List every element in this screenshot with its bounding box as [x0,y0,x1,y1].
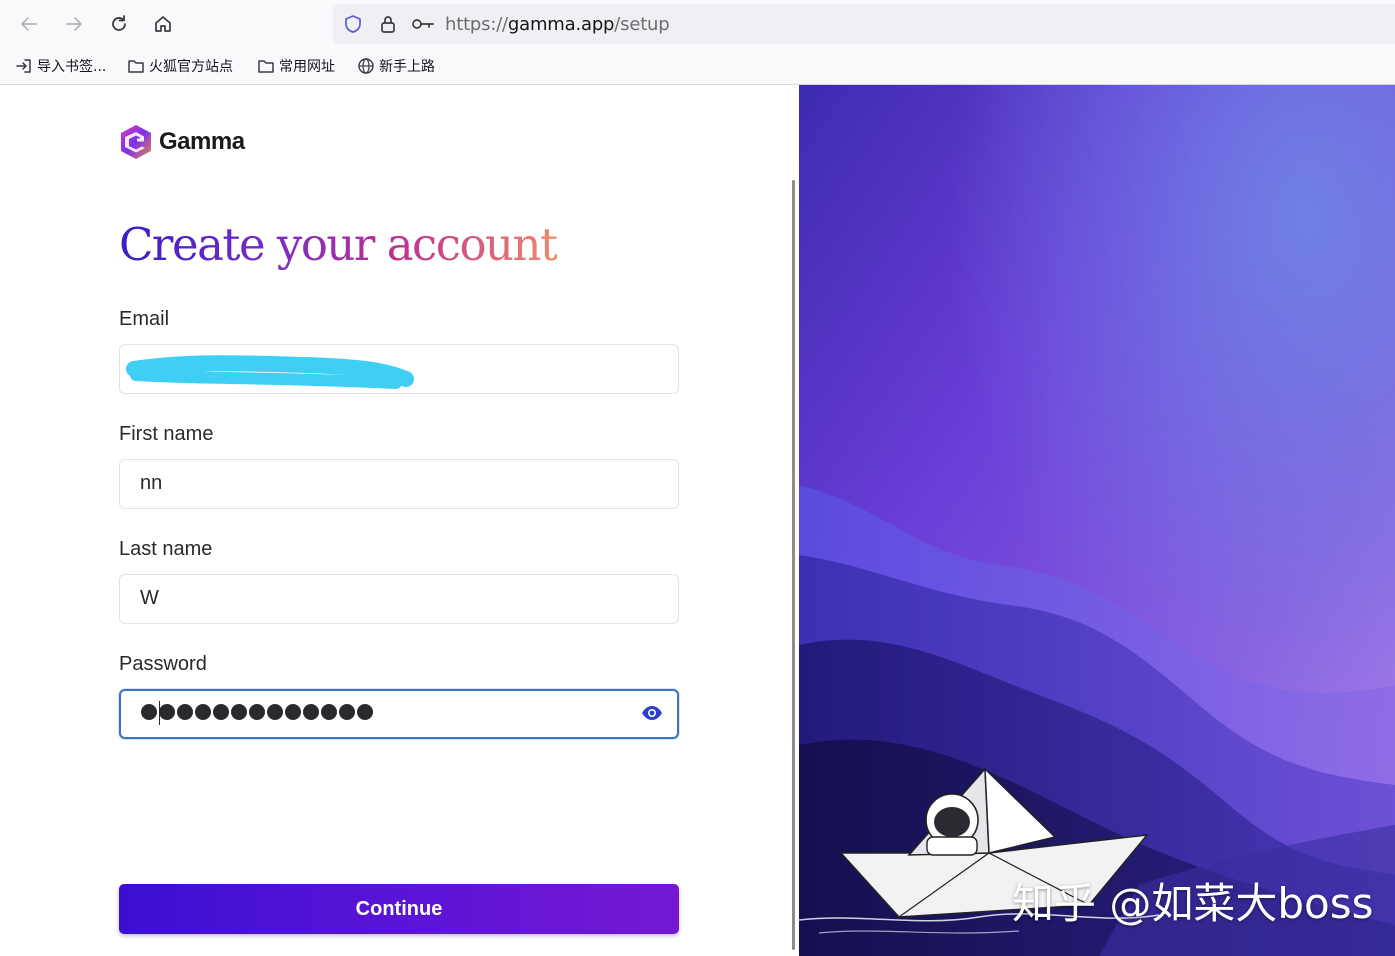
password-mask-dot [159,704,175,720]
tracking-shield-icon[interactable] [343,14,363,34]
password-mask-dot [267,704,283,720]
astronaut-icon [925,793,979,856]
password-mask-dot [231,704,247,720]
password-field[interactable] [119,689,679,739]
scrollbar[interactable] [792,180,795,950]
last-name-label: Last name [119,538,213,560]
text-caret [159,701,160,725]
show-password-eye-icon[interactable] [641,705,663,721]
password-mask-dot [357,704,373,720]
email-field[interactable] [119,344,679,394]
key-icon[interactable] [411,14,435,34]
folder-icon [128,60,144,73]
bookmark-import[interactable]: 导入书签... [15,56,106,76]
mountain-landscape-illustration [799,85,1395,956]
page-title: Create your account [119,218,558,271]
bookmark-firefox-site[interactable]: 火狐官方站点 [127,56,233,76]
back-button[interactable] [15,10,43,38]
password-mask-dot [141,704,157,720]
zhihu-watermark: 知乎 @如菜大boss [1012,879,1374,928]
bookmark-label: 新手上路 [379,59,435,75]
password-mask [141,704,373,720]
password-mask-dot [285,704,301,720]
lock-icon[interactable] [378,14,398,34]
url-text[interactable]: https://gamma.app/setup [445,14,670,35]
first-name-field[interactable]: nn [119,459,679,509]
bookmarks-toolbar: 导入书签... 火狐官方站点 常用网址 新手上路 [0,48,1395,85]
home-button[interactable] [149,10,177,38]
reload-button[interactable] [105,10,133,38]
bookmark-label: 火狐官方站点 [149,59,233,75]
continue-button[interactable]: Continue [119,884,679,934]
back-arrow-icon [21,17,37,31]
email-label: Email [119,308,170,330]
import-icon [16,59,31,73]
forward-arrow-icon [66,17,82,31]
password-label: Password [119,653,207,675]
first-name-label: First name [119,423,214,445]
forward-button[interactable] [60,10,88,38]
password-mask-dot [177,704,193,720]
password-mask-dot [249,704,265,720]
password-mask-dot [339,704,355,720]
password-mask-dot [195,704,211,720]
folder-icon [258,60,274,73]
browser-toolbar: https://gamma.app/setup [0,0,1395,48]
globe-icon [358,58,374,74]
last-name-value: W [140,587,159,609]
url-path: /setup [614,14,670,35]
hero-illustration [799,85,1395,956]
password-mask-dot [321,704,337,720]
gamma-logo-icon [121,125,151,159]
first-name-value: nn [140,472,163,494]
reload-icon [112,15,126,31]
last-name-field[interactable]: W [119,574,679,624]
bookmark-label: 导入书签... [37,59,107,75]
url-scheme: https:// [445,14,508,35]
gamma-logo[interactable]: Gamma [119,124,245,160]
password-mask-dot [213,704,229,720]
email-redaction-scribble [126,355,414,389]
bookmark-common-urls[interactable]: 常用网址 [257,56,335,76]
address-bar[interactable]: https://gamma.app/setup [333,4,1395,44]
home-icon [155,16,171,32]
brand-name: Gamma [159,128,245,155]
signup-panel [0,85,799,956]
password-mask-dot [303,704,319,720]
url-host: gamma.app [507,14,615,35]
bookmark-label: 常用网址 [279,59,335,75]
bookmark-getting-started[interactable]: 新手上路 [357,56,435,76]
